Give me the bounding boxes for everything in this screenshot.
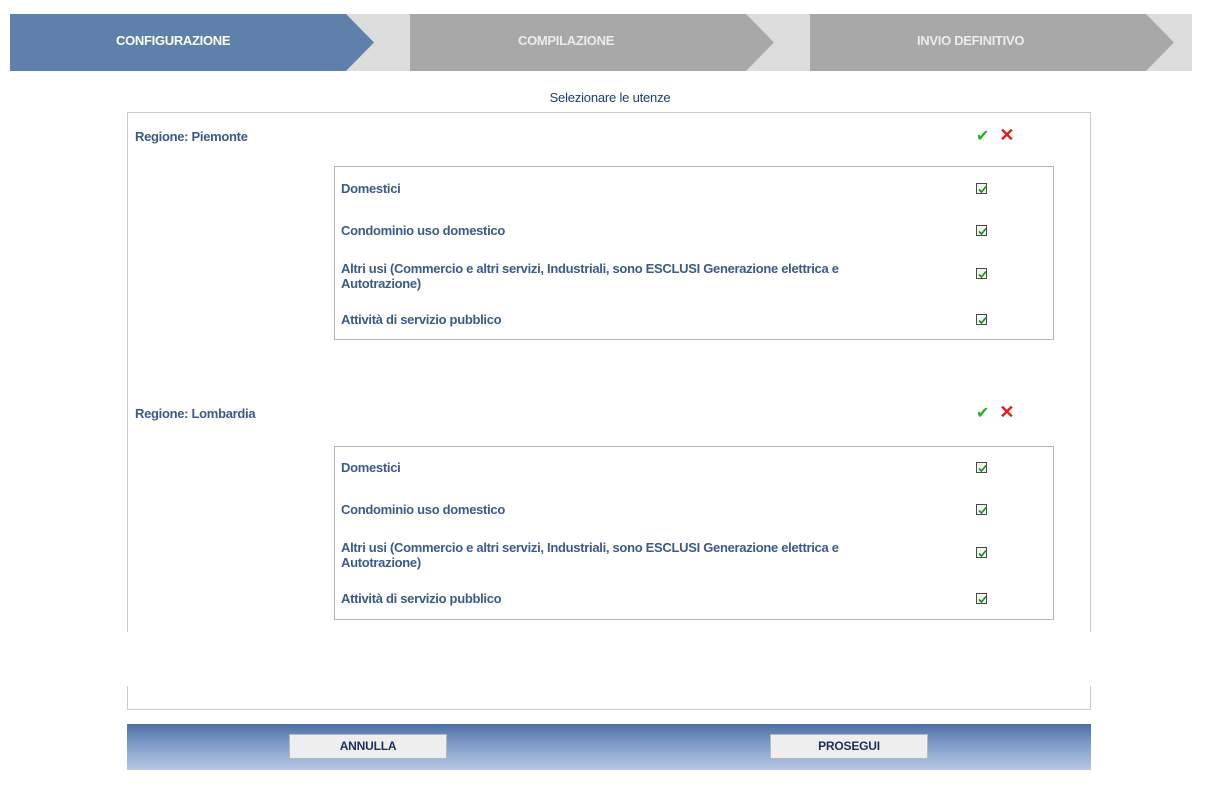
checkbox-condominio-lombardia[interactable] [976, 504, 987, 515]
list-item-label: Attività di servizio pubblico [341, 312, 502, 327]
list-item-label: Attività di servizio pubblico [341, 591, 502, 606]
checkbox-domestici-piemonte[interactable] [976, 183, 987, 194]
list-item-label: Altri usi (Commercio e altri servizi, In… [341, 261, 839, 291]
list-item-label: Condominio uso domestico [341, 502, 505, 517]
check-icon[interactable]: ✔ [976, 405, 989, 423]
page-title: Selezionare le utenze [549, 90, 671, 105]
footer-bar: ANNULLA PROSEGUI [127, 724, 1091, 770]
progress-stepper: CONFIGURAZIONE COMPILAZIONE INVIO DEFINI… [10, 14, 1192, 71]
region-actions-piemonte: ✔ ✕ [976, 126, 1015, 146]
region-label-piemonte: Regione: Piemonte [135, 129, 248, 144]
cross-icon[interactable]: ✕ [999, 403, 1014, 421]
step-configurazione: CONFIGURAZIONE [116, 33, 231, 48]
checkbox-condominio-piemonte[interactable] [976, 225, 987, 236]
region-actions-lombardia: ✔ ✕ [976, 403, 1015, 423]
checkbox-domestici-lombardia[interactable] [976, 462, 987, 473]
cancel-button[interactable]: ANNULLA [289, 734, 447, 759]
check-icon[interactable]: ✔ [976, 128, 989, 146]
checkbox-servizio-pubblico-piemonte[interactable] [976, 314, 987, 325]
cross-icon[interactable]: ✕ [999, 126, 1014, 144]
step-compilazione: COMPILAZIONE [518, 33, 615, 48]
utenze-list-lombardia: Domestici Condominio uso domestico Altri… [334, 446, 1054, 620]
list-item-label: Altri usi (Commercio e altri servizi, In… [341, 540, 839, 570]
list-item-label: Condominio uso domestico [341, 223, 505, 238]
utenze-list-piemonte: Domestici Condominio uso domestico Altri… [334, 166, 1054, 340]
content-break [0, 632, 1205, 686]
continue-button[interactable]: PROSEGUI [770, 734, 928, 759]
step-invio-definitivo: INVIO DEFINITIVO [917, 33, 1025, 48]
checkbox-altri-usi-lombardia[interactable] [976, 547, 987, 558]
list-item-label: Domestici [341, 460, 401, 475]
checkbox-servizio-pubblico-lombardia[interactable] [976, 593, 987, 604]
checkbox-altri-usi-piemonte[interactable] [976, 268, 987, 279]
list-item-label: Domestici [341, 181, 401, 196]
region-label-lombardia: Regione: Lombardia [135, 406, 256, 421]
